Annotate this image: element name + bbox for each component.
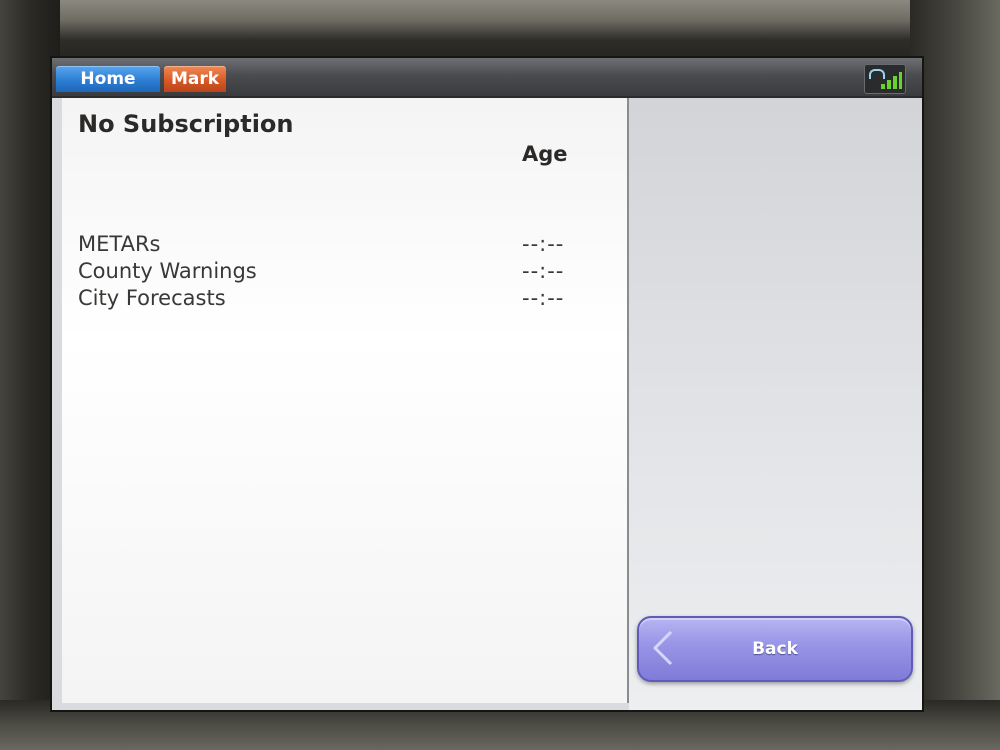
page-title: No Subscription bbox=[78, 110, 294, 138]
signal-bar bbox=[881, 84, 885, 89]
list-item-age: --:-- bbox=[522, 259, 565, 283]
home-tab[interactable]: Home bbox=[56, 66, 160, 92]
age-column-header: Age bbox=[522, 142, 568, 166]
list-item: METARs --:-- bbox=[78, 232, 598, 259]
side-panel: Back bbox=[629, 98, 922, 710]
list-item-age: --:-- bbox=[522, 232, 565, 256]
signal-bar bbox=[887, 80, 891, 89]
back-button[interactable]: Back bbox=[637, 616, 913, 682]
list-item: City Forecasts --:-- bbox=[78, 286, 598, 313]
list-item-age: --:-- bbox=[522, 286, 565, 310]
mark-tab[interactable]: Mark bbox=[164, 66, 226, 92]
list-item: County Warnings --:-- bbox=[78, 259, 598, 286]
back-button-label: Back bbox=[752, 639, 798, 659]
weather-subscription-panel: No Subscription Age METARs --:-- County … bbox=[62, 98, 629, 703]
list-item-label: METARs bbox=[78, 232, 161, 256]
signal-bar bbox=[893, 76, 897, 89]
screen: Home Mark No Subscription Age METARs --:… bbox=[50, 56, 924, 712]
satellite-signal-icon bbox=[864, 64, 906, 94]
satellite-dish-icon bbox=[869, 69, 885, 79]
top-bar: Home Mark bbox=[52, 58, 922, 98]
list-item-label: City Forecasts bbox=[78, 286, 226, 310]
signal-bar bbox=[899, 72, 902, 89]
list-item-label: County Warnings bbox=[78, 259, 257, 283]
